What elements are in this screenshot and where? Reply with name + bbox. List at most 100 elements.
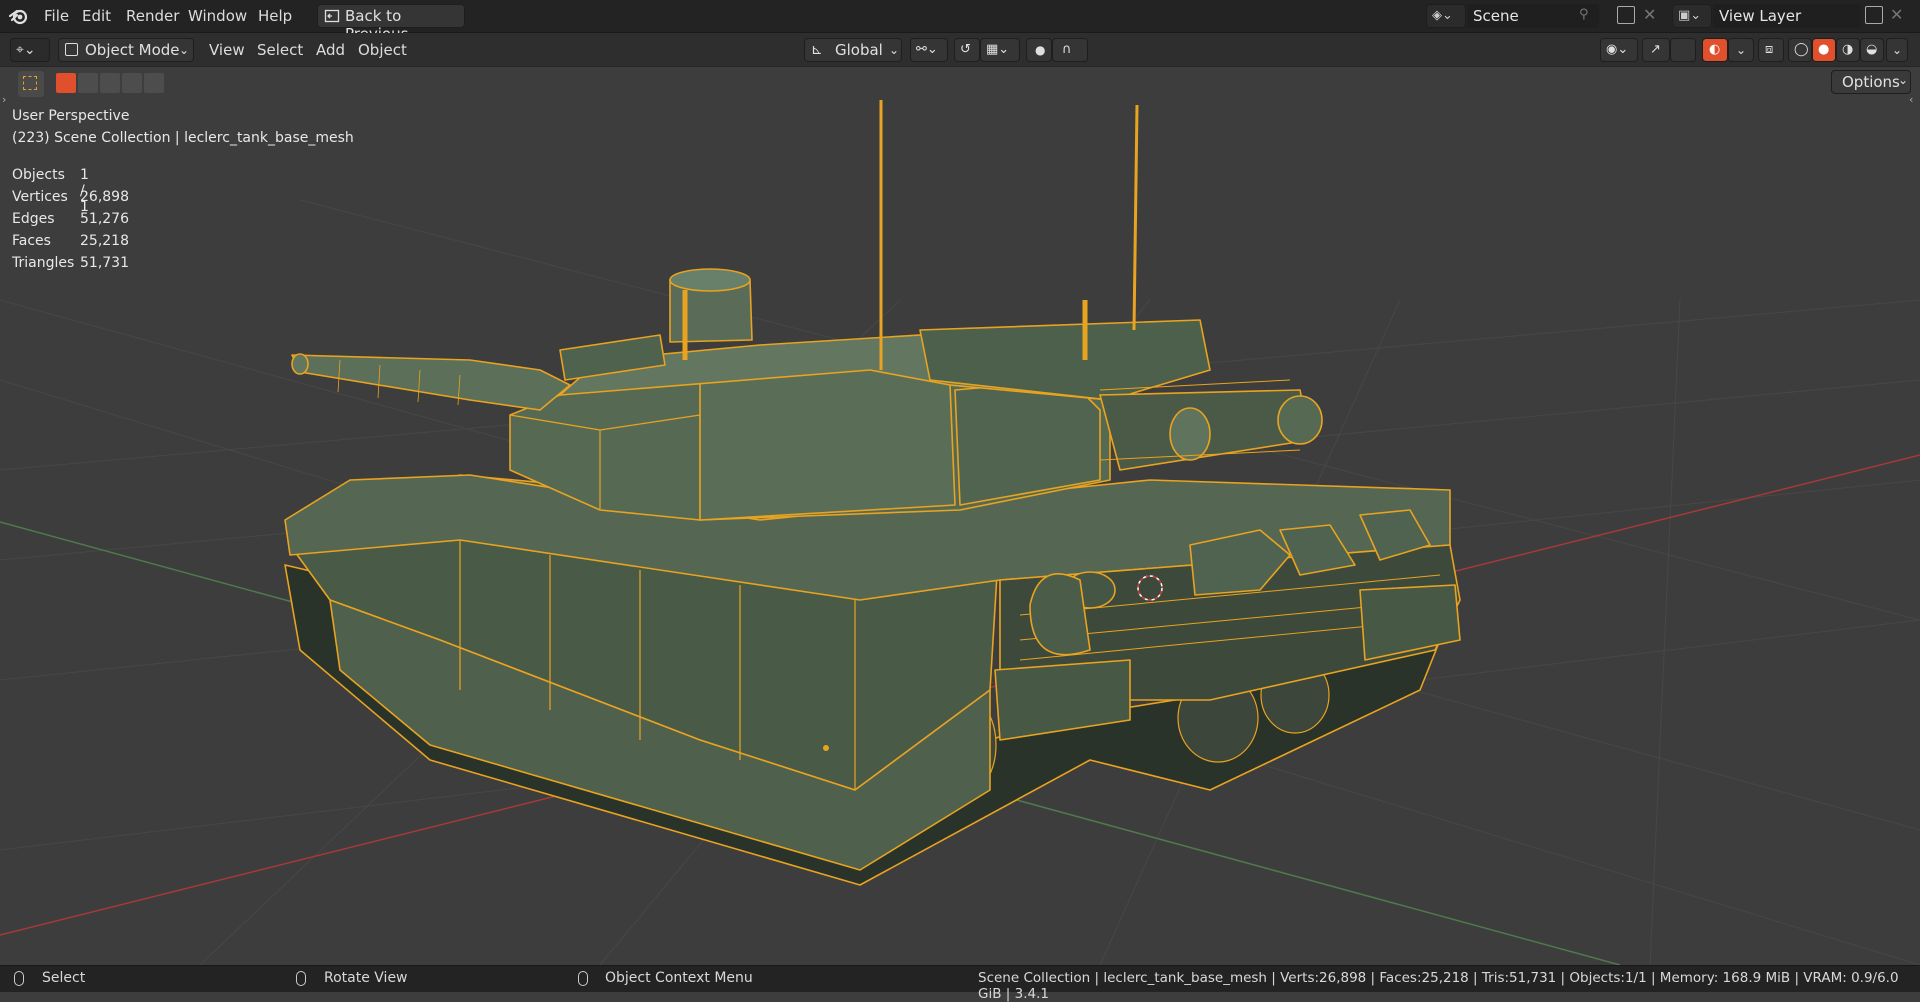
sidebar-collapse-arrow-icon[interactable]: ‹ bbox=[1909, 93, 1913, 106]
chevron-down-icon: ⌄ bbox=[889, 43, 900, 57]
select-mode-subtract-button[interactable] bbox=[100, 73, 120, 93]
stat-faces: Faces 25,218 bbox=[12, 233, 129, 249]
tank-mesh bbox=[284, 100, 1461, 886]
view-layer-name: View Layer bbox=[1719, 7, 1802, 25]
rendered-shading-icon: ◒ bbox=[1866, 42, 1878, 57]
status-select-hint: Select bbox=[42, 970, 86, 986]
overlay-dropdown[interactable]: ⌄ bbox=[1728, 38, 1754, 62]
editor-type-icon: ⌖⌄ bbox=[16, 42, 36, 58]
object-mode-label: Object Mode bbox=[85, 41, 180, 59]
blender-logo-icon[interactable] bbox=[8, 6, 30, 26]
scene-name-field[interactable]: Scene ⚲ bbox=[1467, 4, 1599, 28]
viewport-canvas[interactable] bbox=[0, 67, 1920, 965]
stat-label: Objects bbox=[12, 167, 65, 183]
stat-label: Edges bbox=[12, 211, 55, 227]
proportional-toggle[interactable]: ● bbox=[1026, 38, 1052, 62]
stat-value: 51,731 bbox=[80, 255, 129, 271]
overlay-toggle[interactable]: ◐ bbox=[1702, 38, 1728, 62]
select-mode-extend-button[interactable] bbox=[78, 73, 98, 93]
stat-value: 25,218 bbox=[80, 233, 129, 249]
viewport-header: ⌖⌄ Object Mode ⌄ View Select Add Object … bbox=[0, 33, 1920, 67]
stat-label: Vertices bbox=[12, 189, 68, 205]
select-box-icon bbox=[23, 76, 37, 90]
solid-shading-icon: ● bbox=[1818, 42, 1830, 57]
pivot-point-button[interactable]: ⚯⌄ bbox=[910, 38, 948, 62]
select-mode-intersect-button[interactable] bbox=[144, 73, 164, 93]
menu-help[interactable]: Help bbox=[252, 4, 298, 28]
pivot-icon: ⚯⌄ bbox=[916, 42, 938, 57]
menu-file[interactable]: File bbox=[38, 4, 75, 28]
back-to-previous-button[interactable]: Back to Previous bbox=[317, 4, 465, 43]
top-bar: File Edit Render Window Help Back to Pre… bbox=[0, 0, 1920, 43]
new-view-layer-icon[interactable] bbox=[1865, 6, 1883, 24]
status-context-hint: Object Context Menu bbox=[605, 970, 753, 986]
gizmo-toggle[interactable]: ↗ bbox=[1642, 38, 1670, 62]
visibility-icon: ◉⌄ bbox=[1606, 42, 1629, 57]
shading-rendered-button[interactable]: ◒ bbox=[1860, 38, 1884, 62]
mouse-right-icon bbox=[578, 971, 588, 986]
scene-type-button[interactable]: ◈⌄ bbox=[1426, 4, 1466, 28]
chevron-down-icon: ⌄ bbox=[179, 43, 190, 57]
gizmo-dropdown[interactable] bbox=[1670, 38, 1696, 62]
editor-type-button[interactable]: ⌖⌄ bbox=[10, 38, 50, 62]
overlay-icon: ◐ bbox=[1709, 42, 1721, 57]
active-collection-label: (223) Scene Collection | leclerc_tank_ba… bbox=[12, 130, 354, 146]
proportional-falloff-button[interactable]: ∩ bbox=[1052, 38, 1088, 62]
menu-view[interactable]: View bbox=[209, 39, 245, 61]
new-scene-icon[interactable] bbox=[1617, 6, 1635, 24]
shading-material-button[interactable]: ◑ bbox=[1836, 38, 1860, 62]
shading-dropdown[interactable]: ⌄ bbox=[1886, 38, 1908, 62]
snap-icon: ↺ bbox=[960, 42, 971, 57]
visibility-dropdown[interactable]: ◉⌄ bbox=[1600, 38, 1638, 62]
stat-objects: Objects 1 / 1 bbox=[12, 167, 89, 215]
gizmo-icon: ↗ bbox=[1650, 42, 1661, 57]
snap-target-button[interactable]: ▦⌄ bbox=[980, 38, 1020, 62]
falloff-curve-icon: ∩ bbox=[1062, 42, 1072, 57]
xray-toggle[interactable]: ⧈ bbox=[1758, 38, 1784, 62]
3d-viewport[interactable]: Options ⌄ › ‹ User Perspective (223) Sce… bbox=[0, 67, 1920, 965]
stat-label: Triangles bbox=[12, 255, 75, 271]
stat-triangles: Triangles 51,731 bbox=[12, 255, 129, 271]
select-mode-new-button[interactable] bbox=[56, 73, 76, 93]
stat-value: 51,276 bbox=[80, 211, 129, 227]
delete-view-layer-icon[interactable]: ✕ bbox=[1890, 5, 1903, 24]
delete-scene-icon[interactable]: ✕ bbox=[1643, 5, 1656, 24]
status-rotate-hint: Rotate View bbox=[324, 970, 408, 986]
object-mode-icon bbox=[65, 43, 78, 56]
view-layer-icon: ▣⌄ bbox=[1678, 8, 1702, 23]
view-layer-type-button[interactable]: ▣⌄ bbox=[1672, 4, 1712, 28]
menu-object[interactable]: Object bbox=[358, 39, 407, 61]
toolbar-collapse-arrow-icon[interactable]: › bbox=[2, 93, 6, 106]
object-mode-dropdown[interactable]: Object Mode ⌄ bbox=[58, 38, 194, 62]
xray-icon: ⧈ bbox=[1765, 42, 1774, 57]
tool-select-box-button[interactable] bbox=[18, 71, 44, 97]
snap-toggle[interactable]: ↺ bbox=[954, 38, 980, 62]
shading-solid-button[interactable]: ● bbox=[1812, 38, 1836, 62]
menu-edit[interactable]: Edit bbox=[76, 4, 117, 28]
stat-label: Faces bbox=[12, 233, 51, 249]
shading-wireframe-button[interactable]: ◯ bbox=[1788, 38, 1812, 62]
back-icon bbox=[324, 8, 340, 24]
menu-select[interactable]: Select bbox=[257, 39, 303, 61]
menu-window[interactable]: Window bbox=[182, 4, 253, 28]
menu-add[interactable]: Add bbox=[316, 39, 345, 61]
material-shading-icon: ◑ bbox=[1842, 42, 1854, 57]
transform-orientation-icon: ⊾ bbox=[811, 42, 823, 58]
chevron-down-icon: ⌄ bbox=[1898, 73, 1909, 87]
menu-render[interactable]: Render bbox=[120, 4, 185, 28]
view-perspective-label: User Perspective bbox=[12, 108, 130, 124]
scene-name: Scene bbox=[1473, 7, 1519, 25]
mouse-middle-icon bbox=[296, 971, 306, 986]
snap-grid-icon: ▦⌄ bbox=[986, 42, 1010, 57]
stat-value: 26,898 bbox=[80, 189, 129, 205]
object-origin bbox=[823, 745, 829, 751]
stat-edges: Edges 51,276 bbox=[12, 211, 129, 227]
status-scene-info: Scene Collection | leclerc_tank_base_mes… bbox=[978, 970, 1899, 1002]
select-mode-difference-button[interactable] bbox=[122, 73, 142, 93]
transform-orientation-dropdown[interactable]: ⊾ Global ⌄ bbox=[804, 38, 902, 62]
view-layer-name-field[interactable]: View Layer bbox=[1713, 4, 1861, 28]
pin-icon[interactable]: ⚲ bbox=[1579, 7, 1589, 22]
options-dropdown[interactable]: Options ⌄ bbox=[1831, 70, 1911, 94]
transform-orientation-label: Global bbox=[835, 41, 883, 59]
proportional-icon: ● bbox=[1035, 43, 1046, 57]
